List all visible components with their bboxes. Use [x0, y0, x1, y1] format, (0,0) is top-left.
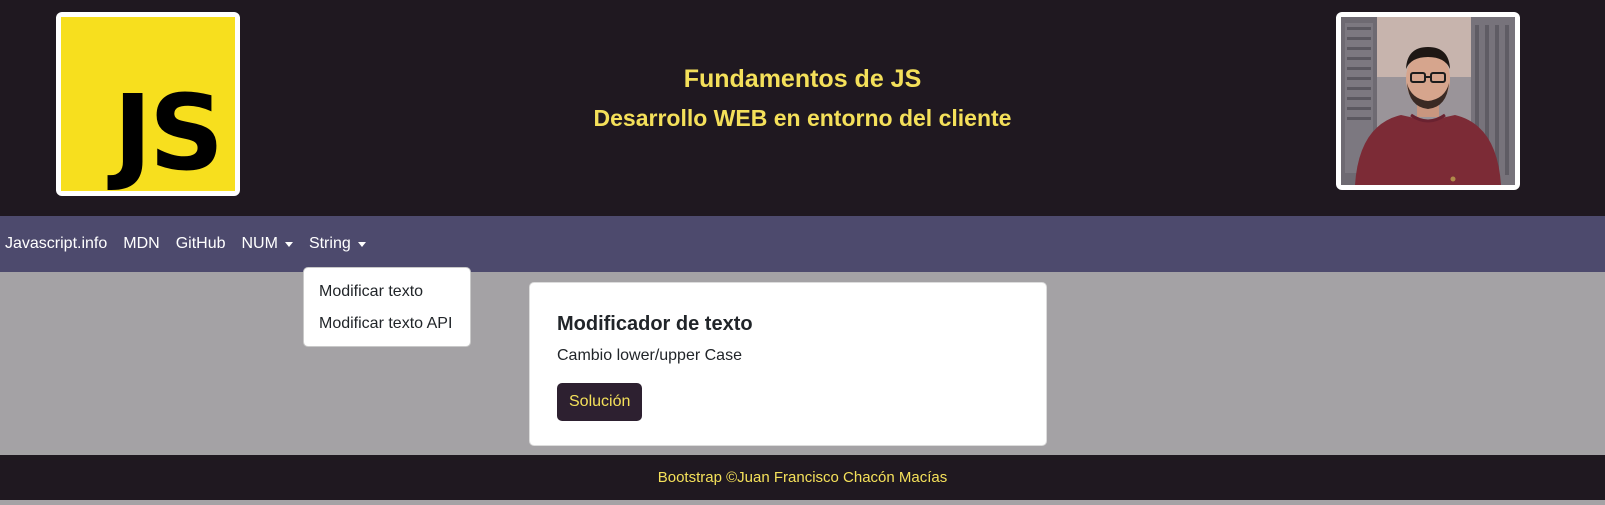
dropdown-item-modificar-texto-api[interactable]: Modificar texto API	[304, 308, 470, 340]
footer-text: Bootstrap ©Juan Francisco Chacón Macías	[657, 469, 948, 486]
card-text: Cambio lower/upper Case	[557, 347, 742, 364]
avatar-photo	[1341, 17, 1515, 185]
navbar: Javascript.info MDN GitHub NUM String	[0, 216, 1605, 272]
nav-link-label: Javascript.info	[5, 235, 108, 252]
card-title: Modificador de texto	[557, 313, 753, 335]
nav-dropdown-label: String	[308, 235, 351, 252]
string-dropdown-menu: Modificar texto Modificar texto API	[303, 267, 471, 347]
header: JS Fundamentos de JS Desarrollo WEB en e…	[0, 0, 1605, 216]
avatar	[1336, 12, 1520, 190]
dropdown-item-modificar-texto[interactable]: Modificar texto	[304, 276, 470, 308]
exercise-card: Modificador de texto Cambio lower/upper …	[529, 282, 1047, 446]
page: JS Fundamentos de JS Desarrollo WEB en e…	[0, 0, 1605, 505]
nav-link-label: MDN	[123, 235, 160, 252]
avatar-illustration	[1341, 17, 1515, 185]
caret-down-icon	[284, 241, 293, 247]
nav-link-mdn[interactable]: MDN	[123, 235, 159, 253]
nav-link-javascript-info[interactable]: Javascript.info	[5, 235, 107, 253]
nav-dropdown-num[interactable]: NUM	[242, 235, 293, 253]
footer: Bootstrap ©Juan Francisco Chacón Macías	[0, 455, 1605, 500]
caret-down-icon	[357, 241, 366, 247]
nav-dropdown-string[interactable]: String	[309, 235, 366, 253]
nav-link-label: GitHub	[175, 235, 226, 252]
nav-link-github[interactable]: GitHub	[176, 235, 226, 253]
solution-button[interactable]: Solución	[557, 383, 643, 421]
nav-dropdown-label: NUM	[241, 235, 278, 252]
